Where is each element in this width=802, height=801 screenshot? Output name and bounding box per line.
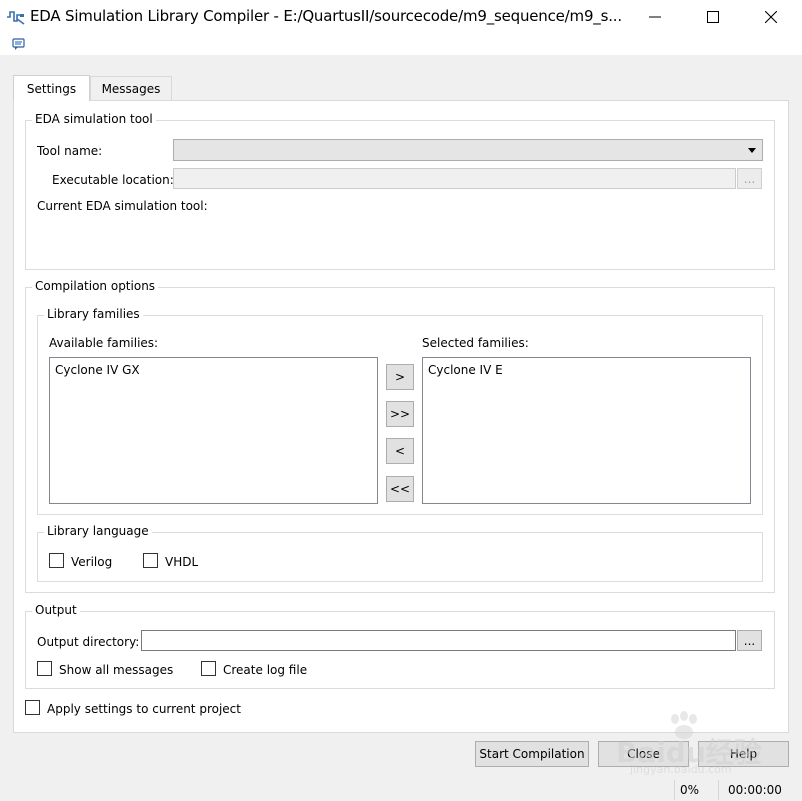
show-all-messages-checkbox[interactable] — [37, 661, 52, 676]
available-families-list[interactable]: Cyclone IV GX — [49, 357, 378, 504]
add-family-button[interactable]: > — [386, 364, 414, 390]
status-divider — [674, 780, 675, 800]
remove-family-label: < — [394, 444, 406, 458]
start-compilation-button[interactable]: Start Compilation — [475, 741, 589, 767]
verilog-label: Verilog — [71, 555, 113, 569]
compilation-options-title: Compilation options — [32, 279, 159, 293]
available-families-label: Available families: — [49, 336, 159, 350]
start-compilation-label: Start Compilation — [479, 747, 585, 761]
output-browse-button[interactable]: ... — [737, 630, 762, 651]
executable-location-field[interactable] — [173, 168, 736, 189]
message-icon[interactable] — [12, 38, 26, 51]
close-button[interactable]: Close — [598, 741, 689, 767]
title-bar[interactable]: EDA Simulation Library Compiler - E:/Qua… — [0, 0, 802, 33]
library-families-title: Library families — [44, 307, 143, 321]
selected-families-label: Selected families: — [422, 336, 529, 350]
help-button[interactable]: Help — [698, 741, 789, 767]
add-all-families-button[interactable]: >> — [386, 401, 414, 427]
executable-location-label: Executable location: — [52, 173, 174, 187]
minimize-icon — [649, 16, 661, 17]
output-directory-label: Output directory: — [37, 635, 140, 649]
current-tool-label: Current EDA simulation tool: — [37, 199, 208, 213]
create-log-file-label: Create log file — [223, 663, 308, 677]
executable-browse-button[interactable]: ... — [737, 168, 762, 189]
executable-browse-label: ... — [743, 171, 756, 186]
output-directory-field[interactable] — [141, 630, 736, 651]
window-title: EDA Simulation Library Compiler - E:/Qua… — [30, 7, 622, 25]
selected-families-list[interactable]: Cyclone IV E — [422, 357, 751, 504]
create-log-file-checkbox[interactable] — [201, 661, 216, 676]
apply-settings-label: Apply settings to current project — [47, 702, 241, 716]
tab-messages[interactable]: Messages — [90, 76, 172, 100]
help-label: Help — [729, 747, 758, 761]
app-icon — [7, 11, 25, 25]
tool-name-select[interactable] — [173, 139, 763, 161]
toolbar — [0, 33, 802, 55]
tab-settings-label: Settings — [26, 81, 77, 96]
close-label: Close — [627, 747, 660, 761]
vhdl-label: VHDL — [165, 555, 199, 569]
output-browse-label: ... — [743, 633, 756, 648]
minimize-button[interactable] — [626, 0, 684, 33]
remove-all-families-button[interactable]: << — [386, 476, 414, 502]
show-all-messages-label: Show all messages — [59, 663, 174, 677]
progress-percent: 0% — [680, 783, 700, 797]
maximize-icon — [707, 10, 719, 23]
list-item[interactable]: Cyclone IV GX — [55, 363, 140, 377]
elapsed-time: 00:00:00 — [728, 783, 782, 797]
tool-name-label: Tool name: — [37, 144, 103, 158]
chevron-down-icon — [748, 148, 756, 153]
tab-settings[interactable]: Settings — [13, 75, 90, 101]
remove-family-button[interactable]: < — [386, 438, 414, 464]
tab-messages-label: Messages — [101, 81, 161, 96]
apply-settings-checkbox[interactable] — [25, 700, 40, 715]
add-all-families-label: >> — [389, 407, 411, 421]
eda-tool-group-title: EDA simulation tool — [32, 112, 156, 126]
close-window-button[interactable] — [742, 0, 800, 33]
verilog-checkbox[interactable] — [49, 553, 64, 568]
remove-all-families-label: << — [389, 482, 411, 496]
status-divider — [718, 780, 719, 800]
close-icon — [765, 10, 777, 23]
maximize-button[interactable] — [684, 0, 742, 33]
library-language-title: Library language — [44, 524, 152, 538]
compiler-window: EDA Simulation Library Compiler - E:/Qua… — [0, 0, 802, 801]
list-item[interactable]: Cyclone IV E — [428, 363, 503, 377]
vhdl-checkbox[interactable] — [143, 553, 158, 568]
output-group-title: Output — [32, 603, 80, 617]
add-family-label: > — [394, 370, 406, 384]
